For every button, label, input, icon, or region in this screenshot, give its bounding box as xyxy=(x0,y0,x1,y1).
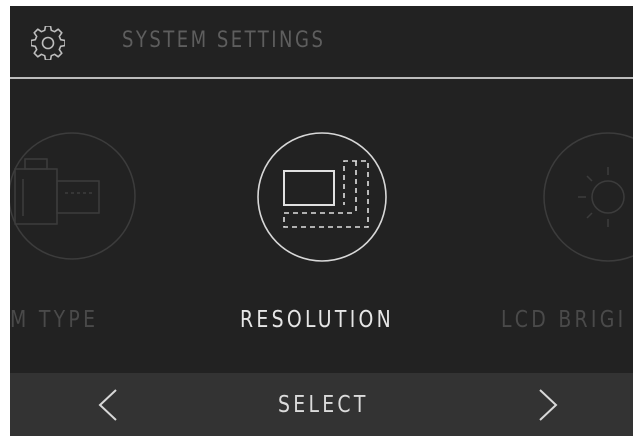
carousel-item-label: LCD BRIGI xyxy=(501,307,627,333)
settings-screen: SYSTEM SETTINGS M TYPE RESOLUTION LCD BR… xyxy=(10,6,633,436)
select-button[interactable]: SELECT xyxy=(278,392,369,418)
settings-carousel: M TYPE RESOLUTION LCD BRIGI xyxy=(10,79,633,373)
gear-icon[interactable] xyxy=(30,25,66,61)
page-title: SYSTEM SETTINGS xyxy=(122,28,326,53)
carousel-item-label: RESOLUTION xyxy=(240,307,395,333)
carousel-item-label: M TYPE xyxy=(10,307,99,333)
chevron-right-icon xyxy=(539,388,558,421)
chevron-left-icon xyxy=(98,388,117,421)
header-bar: SYSTEM SETTINGS xyxy=(10,6,633,79)
brightness-icon xyxy=(543,132,633,262)
carousel-item-lcd-brightness[interactable]: LCD BRIGI xyxy=(501,79,633,373)
film-roll-icon xyxy=(10,132,136,260)
resolution-icon xyxy=(257,132,387,262)
footer-bar: SELECT xyxy=(10,373,633,436)
carousel-item-film-type[interactable]: M TYPE xyxy=(10,79,136,373)
carousel-item-resolution[interactable]: RESOLUTION xyxy=(240,79,446,373)
next-button[interactable] xyxy=(508,373,588,436)
prev-button[interactable] xyxy=(68,373,148,436)
